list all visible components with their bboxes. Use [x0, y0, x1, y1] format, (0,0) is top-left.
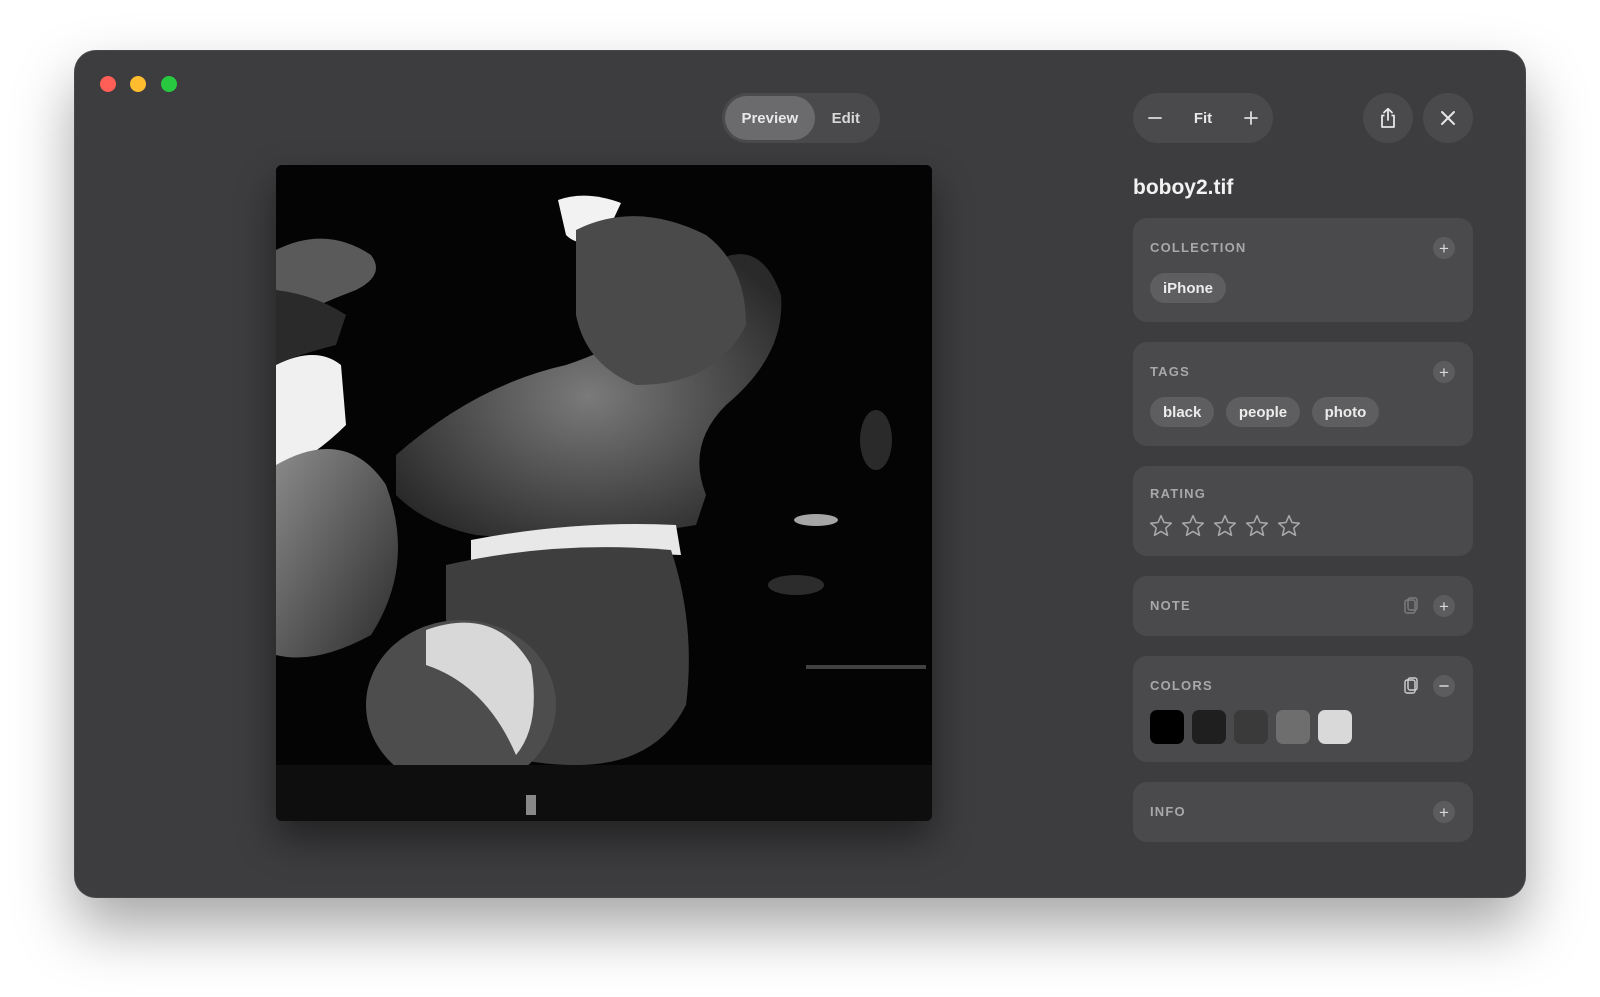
collection-chips: iPhone — [1150, 273, 1233, 303]
rating-title: RATING — [1150, 486, 1207, 501]
color-swatch-4[interactable] — [1276, 710, 1310, 744]
tag-chip-people[interactable]: people — [1225, 397, 1301, 427]
clipboard-icon — [1404, 597, 1418, 614]
tab-edit[interactable]: Edit — [815, 96, 877, 140]
tags-card: TAGS + black people photo — [1133, 342, 1473, 446]
colors-title: COLORS — [1150, 678, 1213, 693]
rating-stars — [1148, 513, 1302, 539]
clipboard-icon — [1404, 677, 1418, 694]
window-zoom-button[interactable] — [161, 76, 177, 92]
photo-image — [276, 165, 932, 821]
add-tag-button[interactable]: + — [1433, 361, 1455, 383]
plus-icon: + — [1439, 596, 1449, 616]
color-swatch-3[interactable] — [1234, 710, 1268, 744]
window-close-button[interactable] — [100, 76, 116, 92]
collapse-colors-button[interactable] — [1433, 675, 1455, 697]
add-collection-button[interactable]: + — [1433, 237, 1455, 259]
photo-preview[interactable] — [276, 165, 932, 821]
zoom-control: Fit — [1133, 93, 1273, 143]
add-note-button[interactable]: + — [1433, 595, 1455, 617]
tag-chips: black people photo — [1150, 397, 1386, 427]
color-swatch-1[interactable] — [1150, 710, 1184, 744]
minus-icon — [1439, 685, 1449, 687]
close-icon — [1441, 111, 1455, 125]
copy-colors-button[interactable] — [1401, 676, 1421, 696]
star-icon-5[interactable] — [1276, 513, 1302, 539]
zoom-in-button[interactable] — [1239, 106, 1263, 130]
star-icon-2[interactable] — [1180, 513, 1206, 539]
zoom-level-label[interactable]: Fit — [1194, 110, 1212, 127]
star-icon-3[interactable] — [1212, 513, 1238, 539]
share-button[interactable] — [1363, 93, 1413, 143]
tag-chip-photo[interactable]: photo — [1311, 397, 1380, 427]
plus-icon: + — [1439, 238, 1449, 258]
window-minimize-button[interactable] — [130, 76, 146, 92]
color-swatches — [1150, 710, 1352, 744]
info-title: INFO — [1150, 804, 1186, 819]
info-card: INFO + — [1133, 782, 1473, 842]
color-swatch-5[interactable] — [1318, 710, 1352, 744]
colors-card: COLORS — [1133, 656, 1473, 762]
tag-chip-black[interactable]: black — [1150, 397, 1215, 427]
photo-viewer-window: Preview Edit Fit boboy2.tif COLLECTION +… — [74, 50, 1526, 898]
minus-icon — [1148, 117, 1162, 119]
tab-preview[interactable]: Preview — [725, 96, 815, 140]
note-title: NOTE — [1150, 598, 1191, 613]
expand-info-button[interactable]: + — [1433, 801, 1455, 823]
tags-title: TAGS — [1150, 364, 1190, 379]
color-swatch-2[interactable] — [1192, 710, 1226, 744]
paste-note-button[interactable] — [1401, 596, 1421, 616]
zoom-out-button[interactable] — [1143, 106, 1167, 130]
rating-card: RATING — [1133, 466, 1473, 556]
file-name: boboy2.tif — [1133, 176, 1234, 199]
plus-icon: + — [1439, 362, 1449, 382]
collection-title: COLLECTION — [1150, 240, 1247, 255]
share-icon — [1381, 107, 1395, 128]
note-card: NOTE + — [1133, 576, 1473, 636]
plus-icon: + — [1439, 802, 1449, 822]
collection-card: COLLECTION + iPhone — [1133, 218, 1473, 322]
plus-icon — [1244, 111, 1258, 125]
mode-segmented-control: Preview Edit — [722, 93, 880, 143]
close-button[interactable] — [1423, 93, 1473, 143]
star-icon-1[interactable] — [1148, 513, 1174, 539]
star-icon-4[interactable] — [1244, 513, 1270, 539]
collection-chip-iphone[interactable]: iPhone — [1150, 273, 1227, 303]
